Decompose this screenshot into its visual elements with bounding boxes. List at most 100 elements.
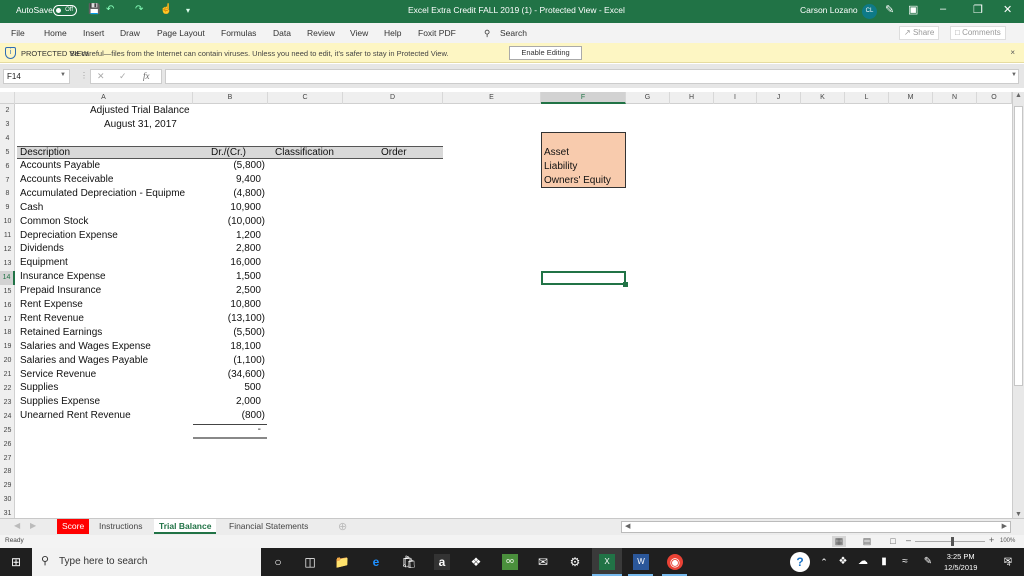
ribbon-display-icon[interactable]: ▣ — [908, 3, 918, 16]
prev-sheet-icon[interactable]: ◀ — [14, 521, 20, 530]
row-header[interactable]: 12 — [0, 243, 15, 257]
search-button[interactable]: Search — [500, 28, 527, 38]
tab-view[interactable]: View — [350, 28, 368, 38]
row-header[interactable]: 7 — [0, 174, 15, 188]
page-break-view-icon[interactable]: □ — [886, 536, 900, 547]
amazon-icon[interactable]: a — [434, 554, 450, 570]
row-header[interactable]: 11 — [0, 229, 15, 243]
column-header-h[interactable]: H — [670, 92, 714, 104]
row-header[interactable]: 6 — [0, 160, 15, 174]
enter-icon[interactable]: ✓ — [119, 71, 127, 82]
row-header[interactable]: 26 — [0, 438, 15, 452]
avatar[interactable]: CL — [862, 4, 877, 19]
row-header[interactable]: 22 — [0, 382, 15, 396]
row-header[interactable]: 18 — [0, 326, 15, 340]
column-header-i[interactable]: I — [714, 92, 757, 104]
row-header[interactable]: 27 — [0, 452, 15, 466]
next-sheet-icon[interactable]: ▶ — [30, 521, 36, 530]
column-header-b[interactable]: B — [193, 92, 268, 104]
column-header-g[interactable]: G — [626, 92, 670, 104]
enable-editing-button[interactable]: Enable Editing — [509, 46, 582, 60]
row-header[interactable]: 4 — [0, 132, 15, 146]
minimize-icon[interactable]: – — [940, 3, 946, 15]
column-header-l[interactable]: L — [845, 92, 889, 104]
settings-icon[interactable]: ⚙ — [567, 554, 583, 570]
chevron-down-icon[interactable]: ▼ — [60, 72, 66, 78]
sheet-tab-financial-statements[interactable]: Financial Statements — [224, 519, 313, 534]
tripadvisor-icon[interactable]: oo — [502, 554, 518, 570]
scroll-right-icon[interactable]: ▶ — [1002, 522, 1007, 530]
expand-formula-bar-icon[interactable]: ▼ — [1011, 72, 1017, 78]
tab-page-layout[interactable]: Page Layout — [157, 28, 205, 38]
column-header-d[interactable]: D — [343, 92, 443, 104]
tab-formulas[interactable]: Formulas — [221, 28, 256, 38]
mail-icon[interactable]: ✉ — [535, 554, 551, 570]
formula-bar-grip-icon[interactable]: ⋮ — [80, 71, 88, 80]
column-header-m[interactable]: M — [889, 92, 933, 104]
row-header[interactable]: 13 — [0, 257, 15, 271]
battery-icon[interactable]: ▮ — [876, 554, 892, 570]
row-header[interactable]: 10 — [0, 215, 15, 229]
column-header-f[interactable]: F — [541, 92, 626, 104]
tab-review[interactable]: Review — [307, 28, 335, 38]
row-header[interactable]: 28 — [0, 465, 15, 479]
wifi-icon[interactable]: ≈ — [897, 554, 913, 570]
insert-function-icon[interactable]: fx — [143, 71, 150, 81]
column-header-n[interactable]: N — [933, 92, 977, 104]
row-header[interactable]: 30 — [0, 493, 15, 507]
row-header[interactable]: 17 — [0, 313, 15, 327]
dropbox-icon[interactable]: ❖ — [468, 554, 484, 570]
scroll-up-icon[interactable]: ▲ — [1015, 92, 1022, 99]
onedrive-icon[interactable]: ☁ — [855, 554, 871, 570]
zoom-slider[interactable] — [915, 541, 985, 542]
taskbar-search[interactable]: ⚲ Type here to search — [32, 548, 261, 576]
row-header[interactable]: 25 — [0, 424, 15, 438]
column-header-e[interactable]: E — [443, 92, 541, 104]
sheet-tab-instructions[interactable]: Instructions — [94, 519, 147, 534]
row-header[interactable]: 29 — [0, 479, 15, 493]
tab-insert[interactable]: Insert — [83, 28, 104, 38]
row-header[interactable]: 3 — [0, 118, 15, 132]
row-header[interactable]: 15 — [0, 285, 15, 299]
autosave-toggle[interactable]: Off — [53, 5, 77, 16]
touch-mode-icon[interactable]: ☝ — [160, 4, 172, 15]
restore-icon[interactable]: ❐ — [973, 3, 983, 16]
pen-icon[interactable]: ✎ — [885, 3, 894, 16]
row-header[interactable]: 23 — [0, 396, 15, 410]
pen-workspace-icon[interactable]: ✎ — [920, 554, 936, 570]
customize-toolbar-icon[interactable]: ▾ — [186, 6, 190, 15]
selected-cell-f14[interactable] — [541, 271, 628, 287]
column-header-j[interactable]: J — [757, 92, 801, 104]
row-header[interactable]: 16 — [0, 299, 15, 313]
row-header[interactable]: 20 — [0, 354, 15, 368]
excel-icon[interactable]: X — [599, 554, 615, 570]
scroll-down-icon[interactable]: ▼ — [1015, 511, 1022, 518]
row-header[interactable]: 8 — [0, 187, 15, 201]
zoom-in-icon[interactable]: + — [989, 535, 994, 545]
cancel-icon[interactable]: ✕ — [97, 71, 105, 82]
system-clock[interactable]: 3:25 PM 12/5/2019 — [944, 551, 977, 573]
undo-icon[interactable]: ↶ — [106, 4, 114, 15]
store-icon[interactable]: 🛍 — [401, 554, 417, 570]
sheet-tab-score[interactable]: Score — [57, 519, 90, 534]
zoom-out-icon[interactable]: – — [906, 535, 911, 545]
row-header[interactable]: 24 — [0, 410, 15, 424]
row-header[interactable]: 5 — [0, 146, 15, 160]
close-icon[interactable]: ✕ — [1003, 3, 1012, 16]
row-header[interactable]: 9 — [0, 201, 15, 215]
task-view-icon[interactable]: ◫ — [302, 554, 318, 570]
close-protected-bar-icon[interactable]: × — [1010, 48, 1015, 57]
share-button[interactable]: ↗ Share — [899, 26, 940, 40]
zoom-level[interactable]: 100% — [1000, 538, 1015, 544]
formula-input[interactable] — [165, 69, 1019, 84]
comments-button[interactable]: □ Comments — [950, 26, 1006, 40]
column-header-o[interactable]: O — [977, 92, 1012, 104]
redo-icon[interactable]: ↷ — [135, 4, 143, 15]
column-header-a[interactable]: A — [15, 92, 193, 104]
row-header[interactable]: 14 — [0, 270, 15, 285]
tab-data[interactable]: Data — [273, 28, 291, 38]
vertical-scroll-thumb[interactable] — [1014, 106, 1023, 386]
row-header[interactable]: 2 — [0, 104, 15, 118]
user-name[interactable]: Carson Lozano — [800, 5, 858, 15]
zoom-slider-thumb[interactable] — [951, 537, 954, 546]
